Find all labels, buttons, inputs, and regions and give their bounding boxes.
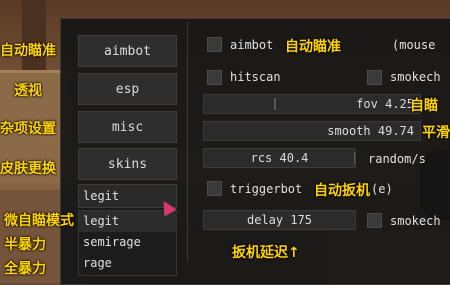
fov-slider[interactable]: fov 4.25 — [203, 94, 421, 114]
annotation-delay: 扳机延迟↑ — [232, 245, 300, 261]
annotation-misc: 杂项设置 — [0, 121, 56, 137]
rcs-value: rcs 40.4 — [250, 151, 309, 165]
rcs-slider-handle[interactable] — [354, 152, 355, 164]
triggerbot-label: triggerbot — [230, 182, 303, 196]
smoke-check-2-label: smokech — [390, 214, 441, 228]
annotation-rage: 全暴力 — [4, 261, 46, 277]
mode-dropdown-list: legit semirage rage — [78, 210, 177, 276]
fov-value: fov 4.25 — [356, 97, 414, 111]
triggerbot-checkbox[interactable] — [207, 181, 222, 196]
fov-slider-handle[interactable] — [274, 98, 276, 110]
aimbot-key-bind[interactable]: (mouse — [392, 38, 450, 52]
random-slider[interactable]: random/s — [368, 152, 450, 166]
nav-skins-button[interactable]: skins — [78, 148, 177, 180]
smoke-check-2-checkbox[interactable] — [367, 213, 382, 228]
annotation-triggerbot: 自动扳机 — [314, 183, 370, 199]
aimbot-checkbox[interactable] — [207, 37, 222, 52]
annotation-semirage: 半暴力 — [4, 237, 46, 253]
hitscan-label: hitscan — [230, 70, 281, 84]
smoke-check-checkbox[interactable] — [367, 70, 382, 85]
nav-esp-button[interactable]: esp — [78, 73, 177, 105]
mode-option-rage[interactable]: rage — [79, 253, 176, 274]
rcs-slider[interactable]: rcs 40.4 — [203, 148, 356, 168]
annotation-aimbot-toggle: 自动瞄准 — [285, 39, 341, 55]
delay-slider[interactable]: delay 175 — [203, 210, 356, 230]
triggerbot-key-bind[interactable]: (e) — [371, 182, 393, 196]
hitscan-checkbox[interactable] — [207, 70, 222, 85]
smooth-slider[interactable]: smooth 49.74 — [203, 121, 421, 141]
annotation-aimbot: 自动瞄准 — [0, 43, 56, 59]
annotation-legit-mode: 微自瞄模式 — [4, 213, 74, 229]
smooth-value: smooth 49.74 — [327, 124, 414, 138]
mode-option-legit[interactable]: legit — [79, 211, 176, 232]
nav-misc-button[interactable]: misc — [78, 111, 177, 143]
divider — [187, 22, 188, 262]
delay-value: delay 175 — [246, 213, 313, 227]
annotation-skins: 皮肤更换 — [0, 161, 56, 177]
mode-option-semirage[interactable]: semirage — [79, 232, 176, 253]
annotation-smooth: 平滑 — [422, 125, 450, 141]
annotation-fov: 自瞄 — [410, 98, 438, 114]
aimbot-label: aimbot — [230, 38, 274, 52]
nav-aimbot-button[interactable]: aimbot — [78, 35, 177, 67]
annotation-esp: 透视 — [14, 83, 42, 99]
smoke-check-label: smokech — [390, 70, 441, 84]
